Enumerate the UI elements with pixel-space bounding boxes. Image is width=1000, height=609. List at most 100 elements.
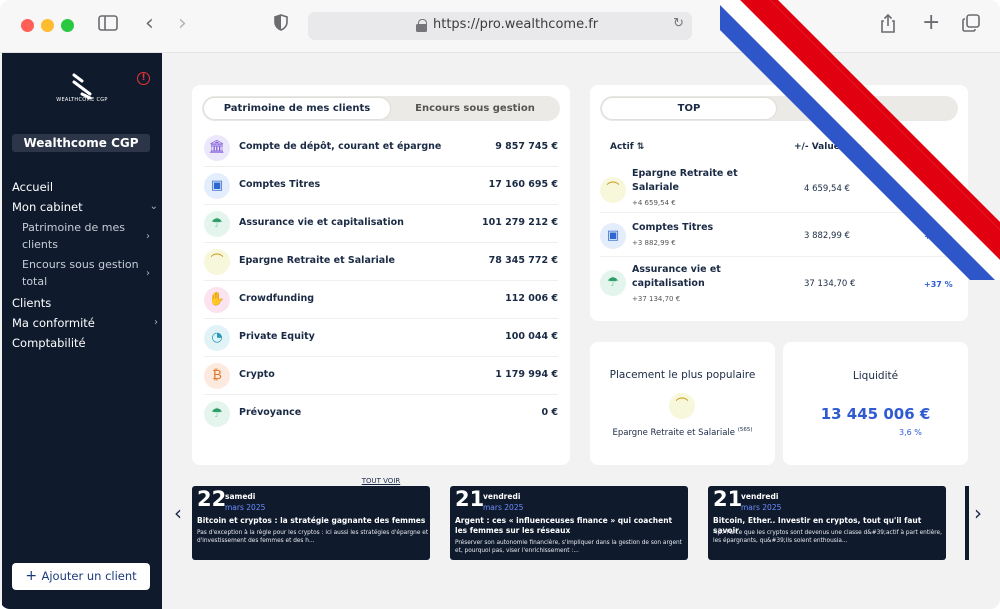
asset-value: 1 179 994 €	[495, 369, 558, 380]
alert-icon[interactable]: !	[137, 72, 150, 85]
news-card[interactable]: 21 vendredi mars 2025 Argent : ces « inf…	[450, 486, 688, 560]
top-row[interactable]: ☂ Assurance vie et capitalisation +37 13…	[600, 258, 956, 308]
column-header-asset[interactable]: Actif ⇅	[610, 142, 644, 152]
sidebar-item-conformite[interactable]: Ma conformité ›	[2, 313, 162, 333]
minimize-window-button[interactable]	[41, 19, 54, 32]
placement-title: Placement le plus populaire	[609, 369, 756, 381]
sort-icon: ⇅	[636, 142, 645, 152]
address-bar[interactable]: https://pro.wealthcome.fr ↻	[308, 12, 692, 40]
chevron-right-icon: ›	[146, 268, 150, 279]
top-asset-gain: +3 882,99 €	[632, 239, 676, 247]
placement-name-line: Epargne Retraite et Salariale (565)	[590, 427, 775, 438]
top-row[interactable]: ⌒ Epargne Retraite et Salariale +4 659,5…	[600, 165, 956, 213]
news-title: Argent : ces « influenceuses finance » q…	[455, 516, 673, 535]
asset-row[interactable]: ✋ Crowdfunding 112 006 €	[204, 281, 558, 319]
news-weekday: vendredi	[483, 492, 521, 501]
new-tab-icon[interactable]: +	[922, 11, 940, 35]
tabs-overview-icon[interactable]	[962, 14, 980, 39]
sidebar-toggle-icon[interactable]	[98, 14, 118, 38]
sidebar-item-label: Mon cabinet	[12, 200, 83, 214]
asset-label: Crowdfunding	[239, 293, 315, 304]
top-asset-gain: +4 659,54 €	[632, 199, 676, 207]
top-asset-value: 4 659,54 €	[804, 184, 850, 194]
cane-icon: ⌒	[669, 393, 695, 419]
share-icon[interactable]	[880, 13, 896, 41]
asset-row[interactable]: ☂ Assurance vie et capitalisation 101 27…	[204, 205, 558, 243]
reload-icon[interactable]: ↻	[673, 16, 684, 31]
top-asset-pct: +41 %	[924, 232, 953, 241]
tab-encours[interactable]: Encours sous gestion	[392, 98, 558, 119]
url-text: https://pro.wealthcome.fr	[433, 17, 599, 32]
placement-count: (565)	[737, 427, 753, 433]
cane-icon: ⌒	[204, 249, 230, 275]
pie-icon: ◔	[204, 325, 230, 351]
tab-top[interactable]: TOP	[602, 98, 776, 119]
bitcoin-icon: ₿	[204, 363, 230, 389]
umbrella-icon: ☂	[600, 270, 626, 296]
sidebar-item-patrimoine[interactable]: Patrimoine de mes clients ›	[2, 219, 162, 253]
patrimoine-card: Patrimoine de mes clients Encours sous g…	[192, 85, 570, 485]
wealthcome-logo	[60, 73, 104, 113]
bank-icon: 🏛	[204, 135, 230, 161]
sidebar-item-mon-cabinet[interactable]: Mon cabinet ⌄	[2, 197, 162, 217]
asset-row[interactable]: ☂ Prévoyance 0 €	[204, 395, 558, 433]
forward-icon[interactable]: ›	[178, 12, 187, 36]
asset-label: Epargne Retraite et Salariale	[239, 255, 395, 266]
shield-icon[interactable]	[274, 14, 288, 38]
asset-label: Private Equity	[239, 331, 315, 342]
top-asset-gain: +37 134,70 €	[632, 295, 681, 303]
see-all-link[interactable]: TOUT VOIR	[192, 477, 570, 485]
sidebar-item-label: Patrimoine de mes clients	[22, 221, 125, 251]
main-content: Patrimoine de mes clients Encours sous g…	[162, 53, 1000, 609]
liquidite-value: 13 445 006 €	[820, 405, 931, 423]
back-icon[interactable]: ‹	[145, 12, 154, 36]
chart-icon: ▣	[600, 223, 626, 249]
chevron-right-icon: ›	[154, 317, 158, 328]
asset-row[interactable]: 🏛 Compte de dépôt, courant et épargne 9 …	[204, 129, 558, 167]
news-month: mars 2025	[225, 503, 266, 512]
sidebar-item-encours[interactable]: Encours sous gestion total ›	[2, 256, 162, 290]
asset-value: 9 857 745 €	[495, 141, 558, 152]
news-excerpt: Pas d'exception à la règle pour les cryp…	[197, 530, 429, 544]
browser-window: ‹ › https://pro.wealthcome.fr ↻ + WEALTH…	[0, 0, 1000, 609]
asset-row[interactable]: ▣ Comptes Titres 17 160 695 €	[204, 167, 558, 205]
top-row[interactable]: ▣ Comptes Titres +3 882,99 € 3 882,99 € …	[600, 214, 956, 257]
news-weekday: vendredi	[741, 492, 779, 501]
umbrella-icon: ☂	[204, 211, 230, 237]
plus-icon: +	[25, 568, 42, 584]
browser-toolbar: ‹ › https://pro.wealthcome.fr ↻ +	[0, 0, 1000, 53]
sidebar-item-label: Accueil	[12, 180, 54, 194]
news-card[interactable]: 22 samedi mars 2025 Bitcoin et cryptos :…	[192, 486, 430, 560]
maximize-window-button[interactable]	[61, 19, 74, 32]
chart-icon: ▣	[204, 173, 230, 199]
liquidite-pct: 3,6 %	[899, 428, 922, 437]
asset-label: Comptes Titres	[239, 179, 321, 190]
placement-name: Epargne Retraite et Salariale	[612, 427, 736, 438]
sidebar: WEALTHCOME CGP ! Wealthcome CGP Accueil …	[2, 53, 162, 609]
top-asset-name: Assurance vie et capitalisation	[632, 264, 721, 289]
asset-value: 17 160 695 €	[488, 179, 558, 190]
add-client-button[interactable]: + Ajouter un client	[12, 563, 150, 590]
sidebar-item-accueil[interactable]: Accueil	[2, 177, 162, 197]
carousel-next-icon[interactable]: ›	[974, 501, 982, 525]
asset-value: 78 345 772 €	[488, 255, 558, 266]
close-window-button[interactable]	[21, 19, 34, 32]
top-asset-value: 3 882,99 €	[804, 231, 850, 241]
top-toggle: TOP	[600, 96, 958, 121]
sidebar-item-comptabilite[interactable]: Comptabilité	[2, 333, 162, 353]
top-asset-value: 37 134,70 €	[804, 279, 856, 289]
news-month: mars 2025	[741, 503, 782, 512]
logo-text: WEALTHCOME CGP	[56, 97, 108, 103]
asset-row[interactable]: ⌒ Epargne Retraite et Salariale 78 345 7…	[204, 243, 558, 281]
asset-value: 101 279 212 €	[481, 217, 558, 228]
tab-patrimoine[interactable]: Patrimoine de mes clients	[204, 98, 390, 119]
carousel-prev-icon[interactable]: ‹	[174, 501, 182, 525]
sidebar-item-clients[interactable]: Clients	[2, 293, 162, 313]
asset-row[interactable]: ◔ Private Equity 100 044 €	[204, 319, 558, 357]
news-card[interactable]: 21 vendredi mars 2025 Bitcoin, Ether.. I…	[708, 486, 946, 560]
asset-label: Assurance vie et capitalisation	[239, 217, 404, 228]
top-asset-name: Epargne Retraite et Salariale	[632, 168, 738, 193]
column-label: Actif	[610, 142, 634, 152]
asset-row[interactable]: ₿ Crypto 1 179 994 €	[204, 357, 558, 395]
add-client-label: Ajouter un client	[41, 569, 137, 583]
